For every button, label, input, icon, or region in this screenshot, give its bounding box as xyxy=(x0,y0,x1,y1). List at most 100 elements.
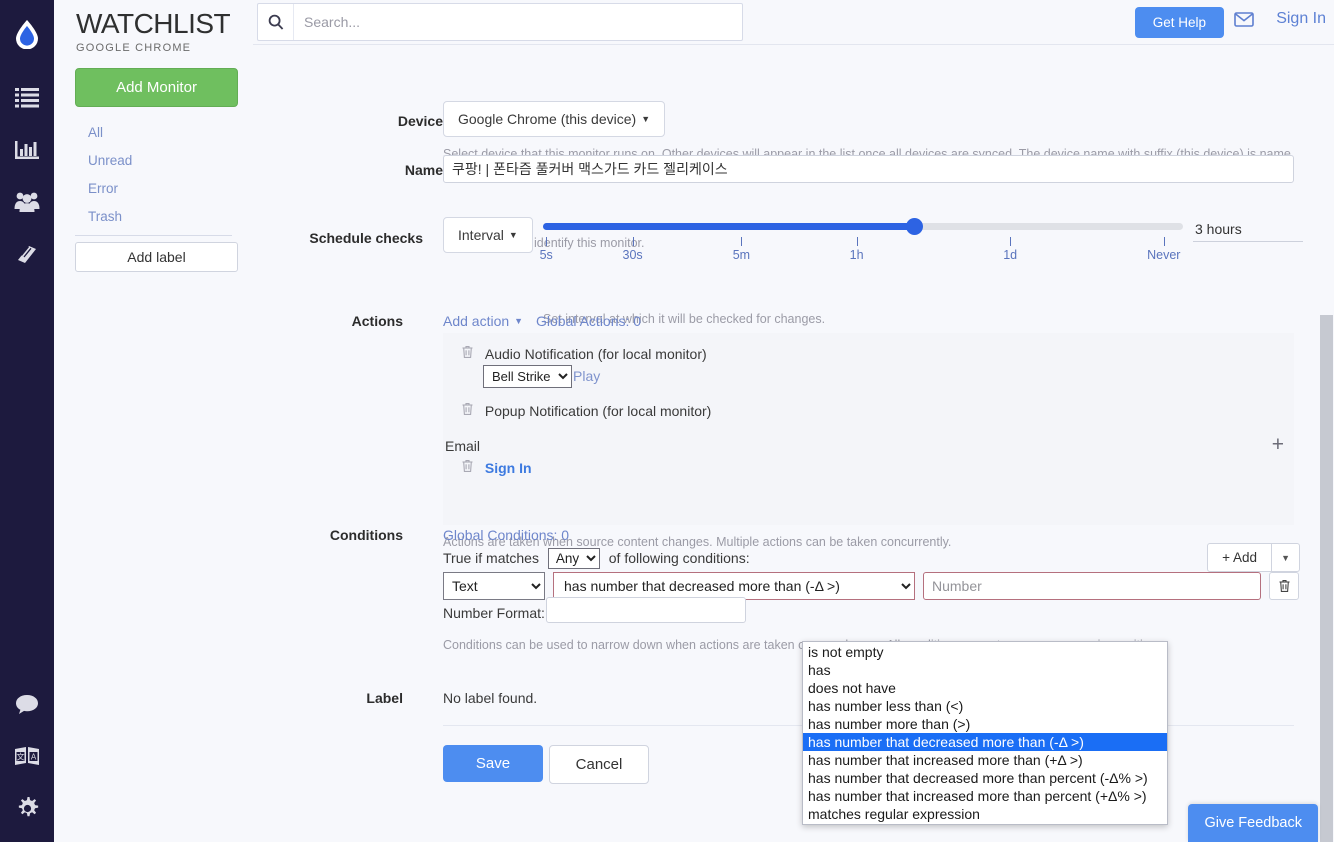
get-help-button[interactable]: Get Help xyxy=(1134,7,1224,38)
add-monitor-button[interactable]: Add Monitor xyxy=(75,68,238,107)
audio-sound-select[interactable]: Bell Strike xyxy=(483,365,572,388)
vertical-scrollbar[interactable] xyxy=(1319,90,1334,842)
slider-tick-label: 1h xyxy=(849,248,864,262)
sidebar-item-trash[interactable]: Trash xyxy=(88,203,241,231)
schedule-label: Schedule checks xyxy=(309,230,423,246)
slider-tick-mark xyxy=(546,237,548,246)
action-popup-notification: Popup Notification (for local monitor) xyxy=(461,402,711,419)
rail-item-list[interactable] xyxy=(0,72,54,124)
operator-option[interactable]: does not have xyxy=(803,679,1167,697)
rail-item-chat[interactable] xyxy=(0,678,54,730)
schedule-mode-button[interactable]: Interval ▼ xyxy=(443,217,533,253)
sidebar: WATCHLIST GOOGLE CHROME Add Monitor All … xyxy=(54,0,253,842)
slider-tick-label: 1d xyxy=(1003,248,1018,262)
add-condition-button[interactable]: + Add xyxy=(1207,543,1273,572)
rail-bottom-group: 文 A xyxy=(0,678,54,842)
give-feedback-button[interactable]: Give Feedback xyxy=(1188,804,1318,842)
search-bar[interactable] xyxy=(257,3,743,41)
app-title: WATCHLIST xyxy=(76,8,231,39)
cancel-button[interactable]: Cancel xyxy=(549,745,649,784)
rail-item-stats[interactable] xyxy=(0,124,54,176)
sidebar-item-all[interactable]: All xyxy=(88,119,241,147)
number-format-input[interactable] xyxy=(546,597,746,623)
operator-option[interactable]: has number that increased more than perc… xyxy=(803,787,1167,805)
save-button[interactable]: Save xyxy=(443,745,543,782)
match-mode-select[interactable]: Any xyxy=(547,548,600,569)
condition-number-input[interactable] xyxy=(923,572,1261,600)
true-if-prefix: True if matches xyxy=(443,550,539,566)
rail-item-translate[interactable]: 文 A xyxy=(0,730,54,782)
scrollbar-thumb[interactable] xyxy=(1320,315,1333,842)
chevron-down-icon: ▼ xyxy=(514,316,524,326)
global-conditions-link[interactable]: Global Conditions: 0 xyxy=(443,527,569,543)
add-action-label: Add action xyxy=(443,313,510,329)
action-email-title: Email xyxy=(445,438,481,454)
chevron-down-icon: ▼ xyxy=(641,114,651,124)
search-icon xyxy=(258,4,294,40)
water-drop-logo[interactable] xyxy=(0,8,54,60)
schedule-value-input[interactable] xyxy=(1193,217,1303,242)
action-audio-title: Audio Notification (for local monitor) xyxy=(484,346,707,362)
search-input[interactable] xyxy=(294,4,742,40)
operator-option[interactable]: has number that decreased more than perc… xyxy=(803,769,1167,787)
name-input[interactable] xyxy=(443,155,1294,183)
operator-dropdown-popup[interactable]: is not empty has does not have has number l… xyxy=(802,641,1168,825)
sidebar-item-error[interactable]: Error xyxy=(88,175,241,203)
slider-tick-mark xyxy=(741,237,743,246)
operator-option[interactable]: matches regular expression xyxy=(803,805,1167,823)
device-select-value: Google Chrome (this device) xyxy=(458,111,637,127)
chevron-down-icon[interactable]: ▼ xyxy=(1272,543,1300,572)
interval-slider[interactable] xyxy=(543,218,1183,235)
rail-item-community[interactable] xyxy=(0,176,54,228)
envelope-icon[interactable] xyxy=(1234,12,1254,32)
trash-icon[interactable] xyxy=(461,403,478,419)
conditions-label: Conditions xyxy=(329,527,403,543)
svg-text:文: 文 xyxy=(17,752,25,762)
actions-label: Actions xyxy=(351,313,403,329)
action-audio-notification: Audio Notification (for local monitor) xyxy=(461,345,707,362)
add-label-button[interactable]: Add label xyxy=(75,242,238,272)
condition-row: Text has number that decreased more than… xyxy=(443,572,1303,600)
operator-option[interactable]: has number that increased more than (+Δ … xyxy=(803,751,1167,769)
global-actions-link[interactable]: Global Actions: 0 xyxy=(536,313,641,329)
condition-operator-select[interactable]: has number that decreased more than (-Δ … xyxy=(553,572,915,600)
operator-option[interactable]: has number less than (<) xyxy=(803,697,1167,715)
operator-option[interactable]: has number more than (>) xyxy=(803,715,1167,733)
number-format-label: Number Format: xyxy=(443,605,545,621)
slider-tick-mark xyxy=(632,237,634,246)
email-sign-in-link[interactable]: Sign In xyxy=(485,460,532,476)
app-subtitle: GOOGLE CHROME xyxy=(76,42,192,54)
filter-list: All Unread Error Trash xyxy=(66,119,241,231)
true-if-suffix: of following conditions: xyxy=(608,550,750,566)
trash-icon[interactable] xyxy=(461,460,478,476)
delete-condition-button[interactable] xyxy=(1269,572,1299,600)
rail-item-library[interactable] xyxy=(0,228,54,280)
plus-icon[interactable]: + xyxy=(1272,433,1284,457)
sidebar-item-unread[interactable]: Unread xyxy=(88,147,241,175)
add-action-link[interactable]: Add action ▼ xyxy=(443,313,523,329)
slider-thumb[interactable] xyxy=(906,218,924,235)
label-section-label: Label xyxy=(366,690,403,706)
action-email-signin-row: Sign In xyxy=(461,459,532,476)
operator-option[interactable]: is not empty xyxy=(803,643,1167,661)
play-sound-link[interactable]: Play xyxy=(573,368,600,384)
device-label: Device xyxy=(397,113,443,129)
label-section-value: No label found. xyxy=(443,690,538,706)
trash-icon[interactable] xyxy=(461,346,478,362)
slider-tick-label: 5m xyxy=(732,248,751,262)
slider-fill xyxy=(543,223,915,230)
device-select-button[interactable]: Google Chrome (this device) ▼ xyxy=(443,101,666,137)
monitor-form: Device Google Chrome (this device) ▼ Sele… xyxy=(253,45,1334,842)
true-if-row: True if matches Any of following conditi… xyxy=(443,548,750,569)
name-label: Name xyxy=(404,162,443,178)
sign-in-link[interactable]: Sign In xyxy=(1276,10,1326,28)
chevron-down-icon: ▼ xyxy=(508,230,518,240)
rail-item-settings[interactable] xyxy=(0,782,54,834)
operator-option[interactable]: has number that decreased more than (-Δ … xyxy=(803,733,1167,751)
slider-tick-mark xyxy=(856,237,858,246)
operator-option[interactable]: has xyxy=(803,661,1167,679)
add-condition-group: + Add ▼ xyxy=(1207,543,1300,572)
slider-tick-mark xyxy=(1010,237,1012,246)
schedule-mode-value: Interval xyxy=(458,227,504,243)
condition-type-select[interactable]: Text xyxy=(443,572,545,600)
